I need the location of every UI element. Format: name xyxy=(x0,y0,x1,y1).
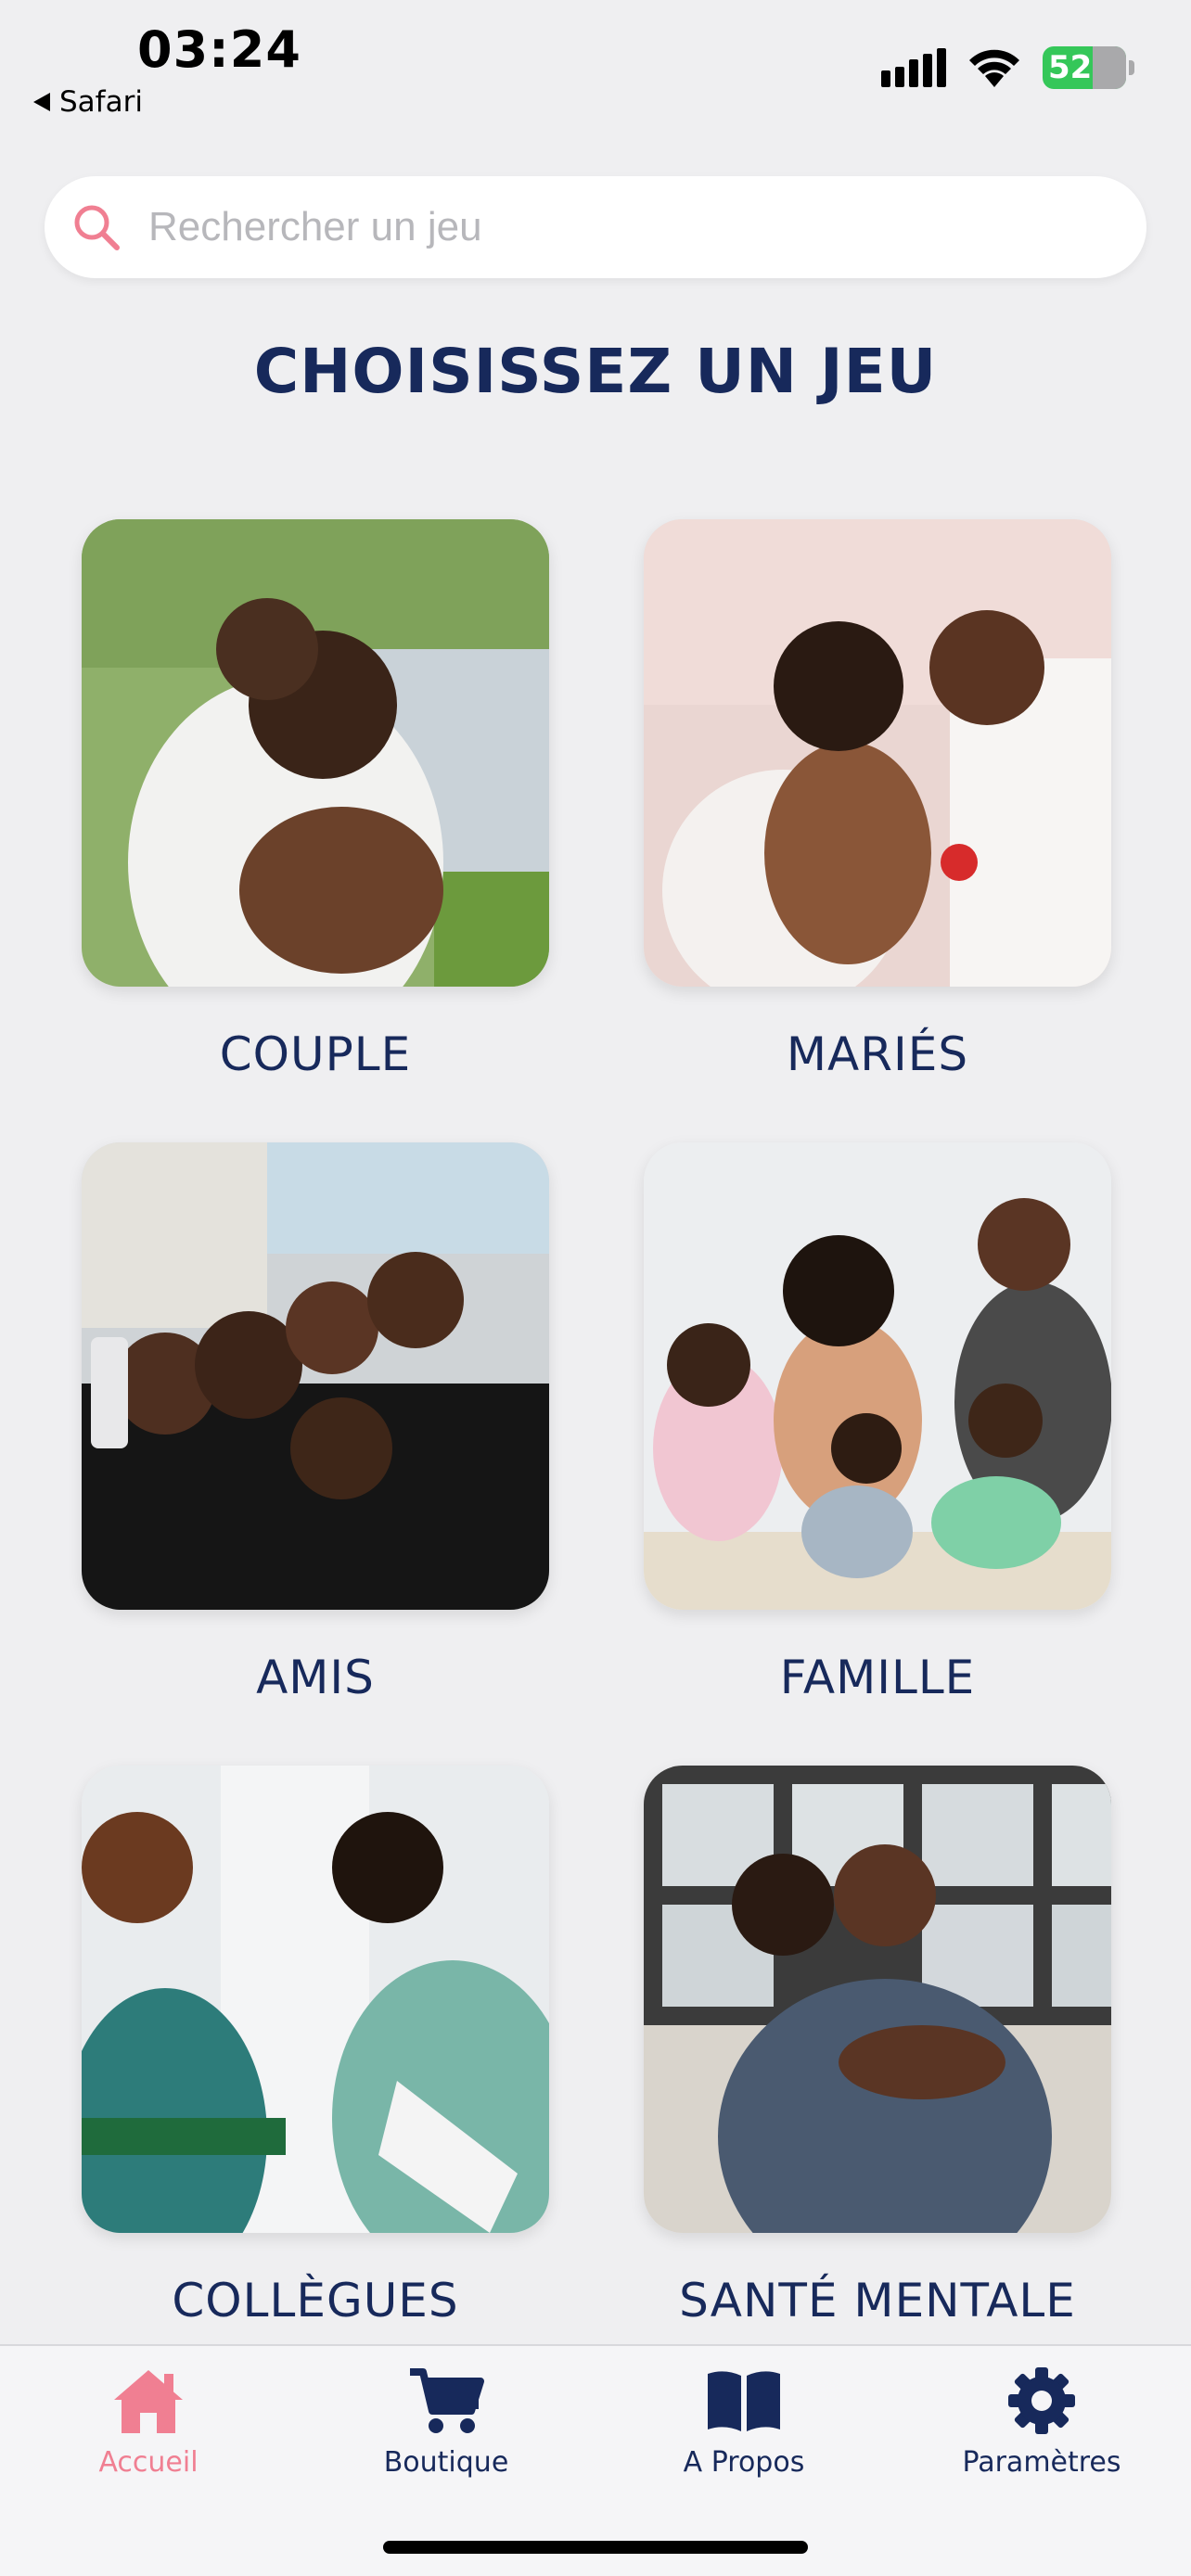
game-card-label: COUPLE xyxy=(219,1027,412,1081)
back-label: Safari xyxy=(59,85,143,119)
friends-group-photo xyxy=(82,1142,549,1610)
game-card-label: SANTÉ MENTALE xyxy=(679,2274,1076,2327)
cellular-signal-icon xyxy=(881,48,946,87)
status-time: 03:24 xyxy=(137,20,301,79)
couple-embracing-photo xyxy=(82,519,549,987)
back-arrow-icon xyxy=(33,93,50,111)
colleagues-talking-photo xyxy=(82,1766,549,2233)
home-indicator[interactable] xyxy=(383,2541,808,2554)
game-card-label: FAMILLE xyxy=(779,1651,976,1704)
game-card-label: MARIÉS xyxy=(786,1027,969,1081)
tab-label: Accueil xyxy=(98,2446,198,2479)
battery-charging-icon: 52 xyxy=(1043,46,1134,89)
back-to-safari-link[interactable]: Safari xyxy=(33,85,143,119)
tab-boutique[interactable]: Boutique xyxy=(298,2365,595,2479)
tab-label: Paramètres xyxy=(962,2446,1121,2479)
page-title: CHOISISSEZ UN JEU xyxy=(253,336,938,407)
game-card-famille[interactable]: FAMILLE xyxy=(644,1142,1111,1704)
tab-label: A Propos xyxy=(683,2446,805,2479)
game-card-collegues[interactable]: COLLÈGUES xyxy=(82,1766,549,2327)
tab-label: Boutique xyxy=(383,2446,509,2479)
home-icon xyxy=(114,2370,183,2433)
game-card-amis[interactable]: AMIS xyxy=(82,1142,549,1704)
tab-accueil[interactable]: Accueil xyxy=(0,2365,297,2479)
tab-a-propos[interactable]: A Propos xyxy=(596,2365,892,2479)
tab-parametres[interactable]: Paramètres xyxy=(893,2365,1190,2479)
game-card-maries[interactable]: MARIÉS xyxy=(644,519,1111,1081)
gear-icon xyxy=(1008,2367,1075,2434)
search-icon xyxy=(74,205,120,250)
game-card-label: AMIS xyxy=(256,1651,375,1704)
wedding-couple-photo xyxy=(644,519,1111,987)
family-group-photo xyxy=(644,1142,1111,1610)
game-card-sante-mentale[interactable]: SANTÉ MENTALE xyxy=(644,1766,1111,2327)
search-bar[interactable] xyxy=(45,176,1146,278)
two-men-hugging-photo xyxy=(644,1766,1111,2233)
search-input[interactable] xyxy=(148,204,1076,250)
status-icons: 52 xyxy=(881,46,1134,89)
cart-icon xyxy=(410,2368,484,2433)
game-card-label: COLLÈGUES xyxy=(172,2274,459,2327)
game-card-couple[interactable]: COUPLE xyxy=(82,519,549,1081)
wifi-icon xyxy=(969,49,1019,87)
book-icon xyxy=(708,2371,780,2431)
